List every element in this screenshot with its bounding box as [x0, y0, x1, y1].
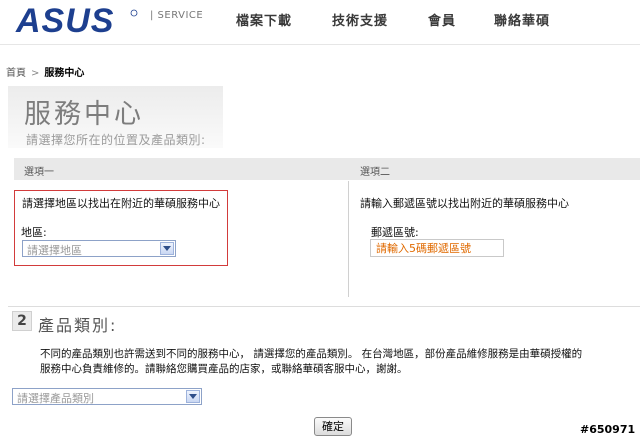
breadcrumb: 首頁 > 服務中心	[6, 64, 84, 79]
option1-instruction: 請選擇地區以找出在附近的華碩服務中心	[22, 197, 220, 210]
nav-downloads[interactable]: 檔案下載	[236, 10, 292, 29]
step2-title: 產品類別:	[38, 316, 118, 335]
breadcrumb-current: 服務中心	[44, 68, 85, 79]
option2-instruction: 請輸入郵遞區號以找出附近的華碩服務中心	[360, 197, 569, 210]
nav-tech-support[interactable]: 技術支援	[332, 10, 388, 29]
step2-description-line2: 服務中心負責維修的。請聯絡您購買產品的店家，或聯絡華碩客服中心，謝謝。	[40, 363, 408, 375]
page-subtitle: 請選擇您所在的位置及產品類別:	[26, 133, 206, 147]
chevron-down-icon[interactable]	[186, 390, 200, 403]
header-divider	[0, 44, 640, 45]
nav-contact[interactable]: 聯絡華碩	[494, 10, 550, 29]
region-select[interactable]: 請選擇地區	[22, 240, 176, 257]
zip-label: 郵遞區號:	[371, 226, 419, 239]
asus-logo[interactable]: ASUS	[14, 2, 138, 40]
nav-member[interactable]: 會員	[428, 10, 456, 29]
options-header-bar	[14, 158, 640, 180]
category-select[interactable]: 請選擇產品類別	[12, 388, 202, 405]
step2-divider	[8, 306, 640, 307]
option2-label: 選項二	[360, 167, 390, 178]
zip-input[interactable]	[370, 239, 504, 257]
watermark: #650971	[580, 423, 636, 436]
option1-label: 選項一	[24, 167, 54, 178]
region-select-value: 請選擇地區	[27, 244, 82, 257]
svg-text:ASUS: ASUS	[15, 4, 114, 38]
region-label: 地區:	[21, 226, 47, 239]
step2-description: 不同的產品類別也許需送到不同的服務中心， 請選擇您的產品類別。 在台灣地區，部份…	[40, 347, 640, 377]
breadcrumb-separator: >	[31, 68, 40, 79]
confirm-button[interactable]: 確定	[314, 417, 352, 436]
chevron-down-icon[interactable]	[160, 242, 174, 255]
options-divider	[348, 181, 349, 297]
service-label: | SERVICE	[150, 10, 204, 21]
step2-number: 2	[12, 311, 32, 331]
step2-description-line1: 不同的產品類別也許需送到不同的服務中心， 請選擇您的產品類別。 在台灣地區，部份…	[40, 348, 583, 360]
breadcrumb-home[interactable]: 首頁	[6, 68, 26, 79]
category-select-value: 請選擇產品類別	[17, 392, 94, 405]
page-title: 服務中心	[24, 99, 144, 130]
